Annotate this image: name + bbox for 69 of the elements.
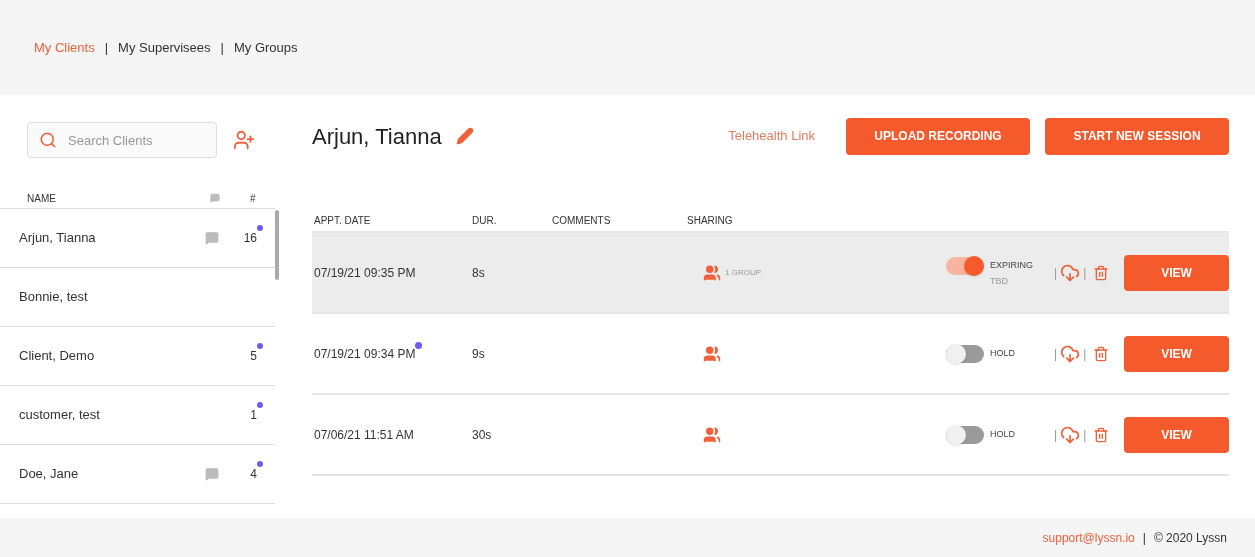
- appointment-date: 07/19/21 09:35 PM: [314, 264, 416, 282]
- appointment-date: 07/19/21 09:34 PM: [314, 345, 416, 363]
- session-count: 16: [243, 230, 257, 247]
- nav-link[interactable]: My Groups: [233, 37, 298, 58]
- client-row[interactable]: Client, Demo 5: [0, 327, 275, 386]
- download-icon[interactable]: [1060, 262, 1081, 283]
- client-name: customer, test: [19, 406, 101, 425]
- view-button[interactable]: VIEW: [1124, 335, 1229, 372]
- status-note: TBD: [990, 274, 1009, 288]
- nav-link[interactable]: My Clients: [34, 37, 95, 58]
- view-button[interactable]: VIEW: [1124, 254, 1229, 291]
- sharing-label: 1 GROUP: [725, 266, 761, 279]
- divider-mark: |: [1083, 264, 1087, 282]
- status-label: HOLD: [990, 427, 1015, 441]
- nav-link[interactable]: My Supervisees: [118, 37, 211, 58]
- support-email-link[interactable]: support@lyssn.io: [1042, 528, 1135, 547]
- status-label: EXPIRING: [990, 259, 1033, 272]
- client-row[interactable]: Bonnie, test: [0, 268, 275, 327]
- column-header: NAME: [27, 191, 57, 206]
- toggle-switch[interactable]: [946, 344, 984, 363]
- session-count: 4: [250, 466, 257, 483]
- scrollbar[interactable]: [275, 210, 279, 280]
- sharing-icon[interactable]: [703, 263, 721, 282]
- nav-separator: |: [104, 38, 109, 57]
- client-name: Doe, Jane: [19, 465, 80, 484]
- duration: 9s: [472, 345, 486, 363]
- client-name: Arjun, Tianna: [19, 229, 97, 248]
- download-icon[interactable]: [1060, 424, 1081, 445]
- action-button[interactable]: UPLOAD RECORDING: [846, 117, 1030, 155]
- divider-mark: |: [1083, 426, 1087, 444]
- sharing-icon[interactable]: [703, 344, 721, 363]
- duration: 30s: [472, 426, 493, 444]
- column-header: APPT. DATE: [314, 214, 372, 228]
- action-button[interactable]: START NEW SESSION: [1045, 117, 1229, 155]
- add-client-icon[interactable]: [233, 129, 255, 151]
- divider-mark: |: [1083, 345, 1087, 363]
- divider-mark: |: [1054, 345, 1058, 363]
- toggle-switch[interactable]: [946, 425, 984, 444]
- appointment-date: 07/06/21 11:51 AM: [314, 426, 414, 444]
- search-field[interactable]: Search Clients: [27, 122, 217, 158]
- column-header: DUR.: [472, 214, 498, 228]
- download-icon[interactable]: [1060, 343, 1081, 364]
- sharing-icon[interactable]: [703, 425, 721, 444]
- delete-icon[interactable]: [1093, 263, 1110, 282]
- session-count: 1: [250, 407, 257, 424]
- column-header: COMMENTS: [552, 214, 612, 228]
- column-header: #: [250, 191, 257, 206]
- column-header: SHARING: [687, 214, 734, 228]
- session-count: 5: [250, 348, 257, 365]
- client-name: Bonnie, test: [19, 288, 89, 307]
- edit-icon[interactable]: [455, 127, 474, 145]
- client-title: Arjun, Tianna: [312, 122, 442, 151]
- copyright-text: © 2020 Lyssn: [1153, 529, 1227, 547]
- client-row[interactable]: Doe, Jane 4: [0, 445, 275, 504]
- view-button[interactable]: VIEW: [1124, 416, 1229, 453]
- search-icon: [39, 131, 57, 149]
- delete-icon[interactable]: [1093, 344, 1110, 363]
- delete-icon[interactable]: [1093, 425, 1110, 444]
- comment-icon: [210, 193, 220, 203]
- divider-mark: |: [1054, 264, 1058, 282]
- telehealth-link[interactable]: Telehealth Link: [728, 126, 815, 146]
- status-label: HOLD: [990, 346, 1015, 360]
- divider-mark: |: [1054, 426, 1058, 444]
- client-row[interactable]: customer, test 1: [0, 386, 275, 445]
- duration: 8s: [472, 264, 486, 282]
- client-name: Client, Demo: [19, 347, 96, 366]
- nav-separator: |: [220, 38, 224, 57]
- toggle-switch[interactable]: [946, 256, 984, 275]
- footer-separator: |: [1142, 529, 1146, 547]
